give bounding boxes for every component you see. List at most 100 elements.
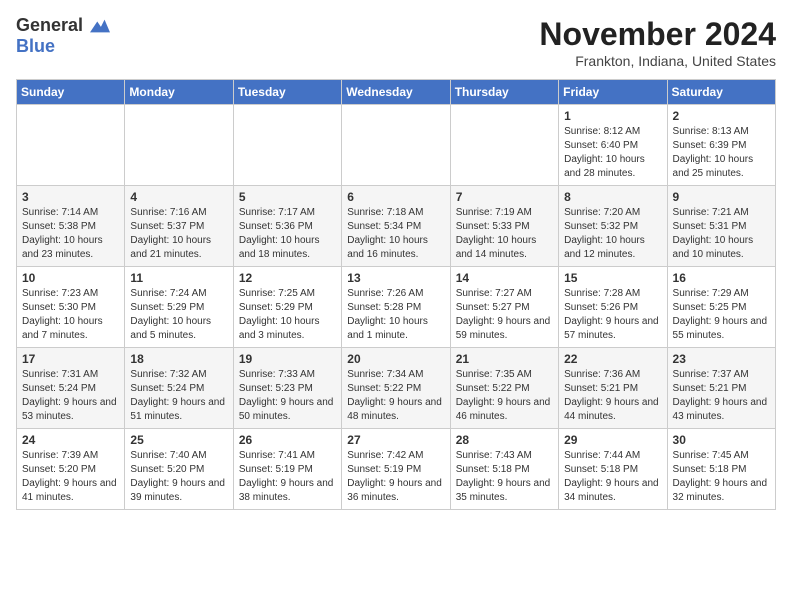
calendar-cell: 24 Sunrise: 7:39 AM Sunset: 5:20 PM Dayli… [17, 429, 125, 510]
calendar-cell: 22Sunrise: 7:36 AM Sunset: 5:21 PM Dayli… [559, 348, 667, 429]
weekday-header: Wednesday [342, 80, 450, 105]
day-info: Sunrise: 7:20 AM Sunset: 5:32 PM Dayligh… [564, 206, 661, 262]
day-info: Sunrise: 7:40 AM Sunset: 5:20 PM Dayligh… [130, 449, 227, 505]
weekday-header: Thursday [450, 80, 558, 105]
day-number: 28 [456, 433, 553, 447]
calendar-cell: 16 Sunrise: 7:29 AM Sunset: 5:25 PM Dayli… [667, 267, 775, 348]
day-number: 8 [564, 190, 661, 204]
day-info: Sunrise: 7:44 AM Sunset: 5:18 PM Dayligh… [564, 449, 661, 505]
weekday-header: Monday [125, 80, 233, 105]
day-info: Sunrise: 8:12 AM Sunset: 6:40 PM Dayligh… [564, 125, 661, 181]
day-number: 25 [130, 433, 227, 447]
calendar-cell: 19 Sunrise: 7:33 AM Sunset: 5:23 PM Dayli… [233, 348, 341, 429]
day-info: Sunrise: 7:41 AM Sunset: 5:19 PM Dayligh… [239, 449, 336, 505]
calendar-cell [450, 105, 558, 186]
day-info: Sunrise: 7:25 AM Sunset: 5:29 PM Dayligh… [239, 287, 336, 343]
day-info: Sunrise: 7:32 AM Sunset: 5:24 PM Dayligh… [130, 368, 227, 424]
calendar-table: SundayMondayTuesdayWednesdayThursdayFrid… [16, 79, 776, 510]
logo-bird-icon [90, 19, 110, 33]
day-number: 1 [564, 109, 661, 123]
calendar-cell [342, 105, 450, 186]
day-number: 6 [347, 190, 444, 204]
day-number: 18 [130, 352, 227, 366]
logo-text: General [16, 16, 110, 36]
day-number: 11 [130, 271, 227, 285]
page-header: General Blue November 2024 Frankton, Ind… [16, 16, 776, 69]
logo-blue-text: Blue [16, 36, 55, 56]
day-number: 5 [239, 190, 336, 204]
day-info: Sunrise: 7:14 AM Sunset: 5:38 PM Dayligh… [22, 206, 119, 262]
day-number: 26 [239, 433, 336, 447]
calendar-cell: 11 Sunrise: 7:24 AM Sunset: 5:29 PM Dayli… [125, 267, 233, 348]
day-number: 15 [564, 271, 661, 285]
calendar-week-row: 3 Sunrise: 7:14 AM Sunset: 5:38 PM Daylig… [17, 186, 776, 267]
calendar-cell: 8 Sunrise: 7:20 AM Sunset: 5:32 PM Daylig… [559, 186, 667, 267]
calendar-cell: 5 Sunrise: 7:17 AM Sunset: 5:36 PM Daylig… [233, 186, 341, 267]
day-info: Sunrise: 7:42 AM Sunset: 5:19 PM Dayligh… [347, 449, 444, 505]
calendar-cell [17, 105, 125, 186]
weekday-header: Sunday [17, 80, 125, 105]
calendar-cell: 3 Sunrise: 7:14 AM Sunset: 5:38 PM Daylig… [17, 186, 125, 267]
day-number: 17 [22, 352, 119, 366]
logo: General Blue [16, 16, 110, 57]
calendar-cell: 28 Sunrise: 7:43 AM Sunset: 5:18 PM Dayli… [450, 429, 558, 510]
day-info: Sunrise: 7:27 AM Sunset: 5:27 PM Dayligh… [456, 287, 553, 343]
day-info: Sunrise: 7:18 AM Sunset: 5:34 PM Dayligh… [347, 206, 444, 262]
day-number: 10 [22, 271, 119, 285]
day-number: 14 [456, 271, 553, 285]
calendar-cell: 1 Sunrise: 8:12 AM Sunset: 6:40 PM Daylig… [559, 105, 667, 186]
calendar-cell: 30Sunrise: 7:45 AM Sunset: 5:18 PM Dayli… [667, 429, 775, 510]
day-info: Sunrise: 7:34 AM Sunset: 5:22 PM Dayligh… [347, 368, 444, 424]
calendar-subtitle: Frankton, Indiana, United States [539, 53, 776, 69]
calendar-cell: 10Sunrise: 7:23 AM Sunset: 5:30 PM Dayli… [17, 267, 125, 348]
day-info: Sunrise: 7:19 AM Sunset: 5:33 PM Dayligh… [456, 206, 553, 262]
day-info: Sunrise: 7:16 AM Sunset: 5:37 PM Dayligh… [130, 206, 227, 262]
calendar-cell: 13Sunrise: 7:26 AM Sunset: 5:28 PM Dayli… [342, 267, 450, 348]
day-info: Sunrise: 7:37 AM Sunset: 5:21 PM Dayligh… [673, 368, 770, 424]
day-info: Sunrise: 7:24 AM Sunset: 5:29 PM Dayligh… [130, 287, 227, 343]
calendar-cell: 27Sunrise: 7:42 AM Sunset: 5:19 PM Dayli… [342, 429, 450, 510]
calendar-cell: 2 Sunrise: 8:13 AM Sunset: 6:39 PM Daylig… [667, 105, 775, 186]
day-number: 21 [456, 352, 553, 366]
calendar-cell: 18 Sunrise: 7:32 AM Sunset: 5:24 PM Dayli… [125, 348, 233, 429]
day-number: 24 [22, 433, 119, 447]
day-number: 19 [239, 352, 336, 366]
calendar-cell: 15Sunrise: 7:28 AM Sunset: 5:26 PM Dayli… [559, 267, 667, 348]
calendar-cell: 29 Sunrise: 7:44 AM Sunset: 5:18 PM Dayli… [559, 429, 667, 510]
calendar-cell: 9Sunrise: 7:21 AM Sunset: 5:31 PM Daylig… [667, 186, 775, 267]
day-info: Sunrise: 7:29 AM Sunset: 5:25 PM Dayligh… [673, 287, 770, 343]
calendar-week-row: 1 Sunrise: 8:12 AM Sunset: 6:40 PM Daylig… [17, 105, 776, 186]
day-info: Sunrise: 7:17 AM Sunset: 5:36 PM Dayligh… [239, 206, 336, 262]
day-info: Sunrise: 7:33 AM Sunset: 5:23 PM Dayligh… [239, 368, 336, 424]
day-number: 20 [347, 352, 444, 366]
day-number: 3 [22, 190, 119, 204]
day-number: 12 [239, 271, 336, 285]
day-info: Sunrise: 7:36 AM Sunset: 5:21 PM Dayligh… [564, 368, 661, 424]
day-number: 30 [673, 433, 770, 447]
calendar-cell [125, 105, 233, 186]
day-number: 16 [673, 271, 770, 285]
day-number: 29 [564, 433, 661, 447]
calendar-cell: 14 Sunrise: 7:27 AM Sunset: 5:27 PM Dayli… [450, 267, 558, 348]
day-info: Sunrise: 8:13 AM Sunset: 6:39 PM Dayligh… [673, 125, 770, 181]
calendar-cell: 12 Sunrise: 7:25 AM Sunset: 5:29 PM Dayli… [233, 267, 341, 348]
weekday-header: Friday [559, 80, 667, 105]
calendar-cell: 21 Sunrise: 7:35 AM Sunset: 5:22 PM Dayli… [450, 348, 558, 429]
day-number: 2 [673, 109, 770, 123]
day-info: Sunrise: 7:43 AM Sunset: 5:18 PM Dayligh… [456, 449, 553, 505]
day-info: Sunrise: 7:35 AM Sunset: 5:22 PM Dayligh… [456, 368, 553, 424]
calendar-cell: 6 Sunrise: 7:18 AM Sunset: 5:34 PM Daylig… [342, 186, 450, 267]
calendar-cell: 17 Sunrise: 7:31 AM Sunset: 5:24 PM Dayli… [17, 348, 125, 429]
weekday-header: Saturday [667, 80, 775, 105]
calendar-week-row: 10Sunrise: 7:23 AM Sunset: 5:30 PM Dayli… [17, 267, 776, 348]
title-section: November 2024 Frankton, Indiana, United … [539, 16, 776, 69]
day-number: 23 [673, 352, 770, 366]
day-number: 7 [456, 190, 553, 204]
calendar-header-row: SundayMondayTuesdayWednesdayThursdayFrid… [17, 80, 776, 105]
calendar-cell: 20 Sunrise: 7:34 AM Sunset: 5:22 PM Dayli… [342, 348, 450, 429]
calendar-week-row: 17 Sunrise: 7:31 AM Sunset: 5:24 PM Dayli… [17, 348, 776, 429]
day-info: Sunrise: 7:39 AM Sunset: 5:20 PM Dayligh… [22, 449, 119, 505]
weekday-header: Tuesday [233, 80, 341, 105]
day-info: Sunrise: 7:31 AM Sunset: 5:24 PM Dayligh… [22, 368, 119, 424]
calendar-week-row: 24 Sunrise: 7:39 AM Sunset: 5:20 PM Dayli… [17, 429, 776, 510]
